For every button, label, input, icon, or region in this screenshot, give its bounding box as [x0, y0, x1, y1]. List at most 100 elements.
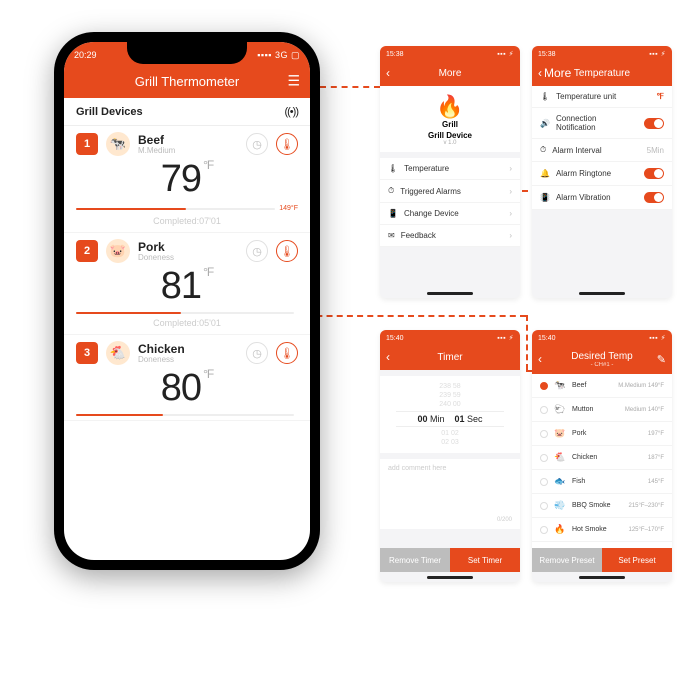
- status-bar: 15:40▪▪▪ ⚡︎: [380, 330, 520, 344]
- preset-temp: 145°F: [648, 479, 664, 485]
- row-icon: 🌡: [388, 164, 398, 173]
- row-icon: ⏱: [388, 186, 394, 196]
- doneness-label: Doneness: [138, 355, 185, 364]
- preset-temp: 187°F: [648, 455, 664, 461]
- logo-text: Grill: [380, 120, 520, 129]
- thermometer-icon[interactable]: 🌡: [276, 240, 298, 262]
- row-label: Alarm Ringtone: [556, 169, 611, 178]
- subtitle: - CH#1 -: [591, 362, 614, 368]
- app-title: Grill Thermometer: [135, 74, 240, 89]
- menu-row-temperature[interactable]: 🌡Temperature›: [380, 158, 520, 180]
- timer-icon[interactable]: ◷: [246, 342, 268, 364]
- flame-icon: 🔥: [380, 96, 520, 118]
- row-icon: ✉: [388, 231, 395, 240]
- preset-temp: 215°F–230°F: [629, 503, 665, 509]
- current-temp: 79°F: [76, 158, 298, 201]
- back-button[interactable]: ‹: [538, 352, 542, 366]
- edit-icon[interactable]: ✎: [657, 353, 666, 366]
- comment-input[interactable]: add comment here 0/200: [380, 459, 520, 529]
- panel-temperature: 15:38▪▪▪ ⚡︎ ‹More Temperature 🌡Temperatu…: [532, 46, 672, 298]
- setting-alarm-interval[interactable]: ⏱ Alarm Interval 5Min: [532, 139, 672, 162]
- meat-name: Pork: [138, 241, 174, 253]
- menu-row-change-device[interactable]: 📱Change Device›: [380, 203, 520, 225]
- preset-pork[interactable]: 🐷Pork197°F: [532, 422, 672, 446]
- toggle[interactable]: [644, 118, 664, 129]
- preset-chicken[interactable]: 🐔Chicken187°F: [532, 446, 672, 470]
- row-icon: 🔔: [540, 169, 550, 178]
- probe-card[interactable]: 3 🐔 Chicken Doneness ◷ 🌡 80°F: [64, 335, 310, 421]
- timer-icon[interactable]: ◷: [246, 240, 268, 262]
- preset-fish[interactable]: 🐟Fish145°F: [532, 470, 672, 494]
- row-label: Alarm Vibration: [556, 193, 611, 202]
- devices-subbar: Grill Devices ((•)): [64, 98, 310, 126]
- current-temp: 81°F: [76, 265, 298, 308]
- row-icon: 📳: [540, 193, 550, 202]
- current-temp: 80°F: [76, 367, 298, 410]
- radio[interactable]: [540, 406, 548, 414]
- thermometer-icon[interactable]: 🌡: [276, 133, 298, 155]
- remove-timer-button[interactable]: Remove Timer: [380, 548, 450, 572]
- completed-label: Completed:05'01: [76, 318, 298, 328]
- preset-temp: 125°F–170°F: [629, 527, 665, 533]
- setting-alarm-ringtone[interactable]: 🔔 Alarm Ringtone: [532, 162, 672, 186]
- preset-hot-smoke[interactable]: 🔥Hot Smoke125°F–170°F: [532, 518, 672, 542]
- preset-temp: Medium 140°F: [625, 407, 664, 413]
- meat-icon: 🐷: [106, 239, 130, 263]
- chevron-right-icon: ›: [509, 231, 512, 240]
- doneness-label: Doneness: [138, 253, 174, 262]
- preset-mutton[interactable]: 🐑MuttonMedium 140°F: [532, 398, 672, 422]
- preset-bbq-smoke[interactable]: 💨BBQ Smoke215°F–230°F: [532, 494, 672, 518]
- progress-bar: [76, 312, 294, 314]
- settings-icon[interactable]: ☰: [287, 73, 300, 90]
- doneness-label: M.Medium: [138, 146, 175, 155]
- radio[interactable]: [540, 430, 548, 438]
- setting-connection-notification[interactable]: 🔊Connection Notification: [532, 108, 672, 139]
- setting-temperature-unit[interactable]: 🌡Temperature unit℉: [532, 86, 672, 108]
- app-bar: ‹ More: [380, 60, 520, 86]
- row-label: Alarm Interval: [552, 146, 601, 155]
- meat-icon: 🐔: [554, 452, 566, 463]
- chevron-right-icon: ›: [509, 164, 512, 173]
- status-bar: 15:40▪▪▪ ⚡︎: [532, 330, 672, 344]
- setting-alarm-vibration[interactable]: 📳 Alarm Vibration: [532, 186, 672, 210]
- meat-icon: 🐷: [554, 428, 566, 439]
- probe-card[interactable]: 2 🐷 Pork Doneness ◷ 🌡 81°F Completed:05'…: [64, 233, 310, 335]
- back-button[interactable]: ‹More: [538, 66, 571, 80]
- chevron-right-icon: ›: [509, 187, 512, 196]
- preset-name: Mutton: [572, 406, 619, 413]
- panel-more: 15:38▪▪▪ ⚡︎ ‹ More 🔥 Grill Grill Device …: [380, 46, 520, 298]
- probe-card[interactable]: 1 🐄 Beef M.Medium ◷ 🌡 79°F 149°F Complet…: [64, 126, 310, 233]
- menu-row-triggered-alarms[interactable]: ⏱ Triggered Alarms ›: [380, 180, 520, 203]
- preset-beef[interactable]: 🐄BeefM.Medium 149°F: [532, 374, 672, 398]
- preset-name: BBQ Smoke: [572, 502, 623, 509]
- device-name: Grill Device: [380, 131, 520, 140]
- timer-icon[interactable]: ◷: [246, 133, 268, 155]
- time-picker[interactable]: 238 58 239 59 240 00 00 Min 01 Sec 01 02…: [380, 376, 520, 453]
- radio[interactable]: [540, 502, 548, 510]
- completed-label: Completed:07'01: [76, 216, 298, 226]
- probe-list[interactable]: 1 🐄 Beef M.Medium ◷ 🌡 79°F 149°F Complet…: [64, 126, 310, 421]
- thermometer-icon[interactable]: 🌡: [276, 342, 298, 364]
- set-preset-button[interactable]: Set Preset: [602, 548, 672, 572]
- radio[interactable]: [540, 382, 548, 390]
- remove-preset-button[interactable]: Remove Preset: [532, 548, 602, 572]
- setting-value: 5Min: [647, 146, 664, 155]
- notch: [127, 42, 247, 64]
- preset-temp: M.Medium 149°F: [618, 383, 664, 389]
- toggle[interactable]: [644, 168, 664, 179]
- radio[interactable]: [540, 526, 548, 534]
- app-bar: Grill Thermometer ☰: [64, 64, 310, 98]
- probe-number: 1: [76, 133, 98, 155]
- back-button[interactable]: ‹: [386, 350, 390, 364]
- set-timer-button[interactable]: Set Timer: [450, 548, 520, 572]
- radio[interactable]: [540, 454, 548, 462]
- title: Timer: [437, 352, 462, 363]
- row-label: Triggered Alarms: [400, 187, 461, 196]
- back-button[interactable]: ‹: [386, 66, 390, 80]
- title: Temperature: [574, 68, 630, 79]
- row-icon: ⏱: [540, 145, 546, 155]
- probe-number: 3: [76, 342, 98, 364]
- radio[interactable]: [540, 478, 548, 486]
- menu-row-feedback[interactable]: ✉Feedback›: [380, 225, 520, 247]
- toggle[interactable]: [644, 192, 664, 203]
